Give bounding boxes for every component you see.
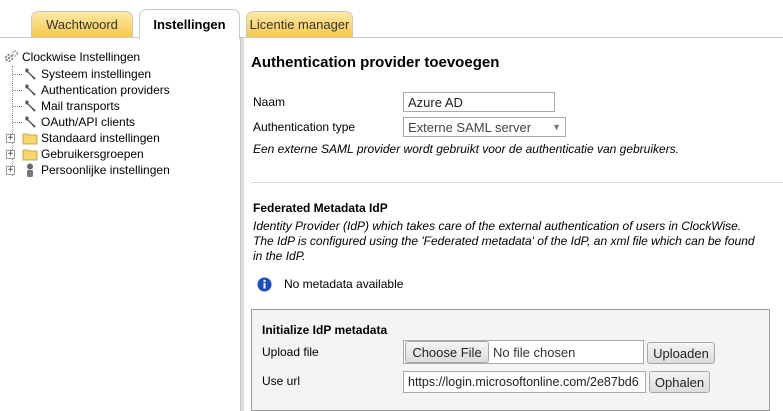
name-label: Naam [253,95,286,109]
tree-item-label: Persoonlijke instellingen [41,163,170,177]
authentication-type-select[interactable]: Externe SAML server ▼ [403,117,566,137]
expand-persoonlijke-instellingen[interactable]: + [6,166,15,175]
tree-item-authentication-providers[interactable]: Authentication providers [22,82,170,98]
expand-standaard-instellingen[interactable]: + [6,134,15,143]
upload-file-label: Upload file [262,345,319,359]
name-input[interactable] [403,92,555,112]
section-description-line-3: in the IdP. [253,249,306,263]
tree-item-label: Mail transports [41,99,120,113]
use-url-label: Use url [262,374,301,388]
wrench-icon [22,114,38,130]
main-panel: Authentication provider toevoegen Naam A… [244,38,783,411]
tree-item-mail-transports[interactable]: Mail transports [22,98,120,114]
tree-item-label: Systeem instellingen [41,67,152,81]
section-divider [251,182,783,183]
wrench-icon [22,66,38,82]
tree-item-label: Gebruikersgroepen [41,147,144,161]
choose-file-button[interactable]: Choose File [405,341,489,363]
file-input[interactable]: Choose File No file chosen [403,340,644,364]
tree-item-persoonlijke-instellingen[interactable]: Persoonlijke instellingen [22,162,170,178]
tab-bar: Wachtwoord Instellingen Licentie manager [0,0,783,39]
tree-root-label: Clockwise Instellingen [22,50,141,64]
folder-icon [22,146,38,162]
tree-item-systeem-instellingen[interactable]: Systeem instellingen [22,66,151,82]
page-title: Authentication provider toevoegen [251,54,500,71]
chevron-down-icon: ▼ [552,122,561,132]
tree-connector [12,66,13,176]
settings-tree: Clockwise Instellingen Systeem instellin… [0,38,240,411]
tree-item-label: OAuth/API clients [41,115,136,129]
select-value: Externe SAML server [408,119,532,135]
gears-icon [3,49,19,65]
tree-connector [13,122,22,123]
tree-item-label: Authentication providers [41,83,170,97]
tree-item-standaard-instellingen[interactable]: Standaard instellingen [22,130,160,146]
tab-wachtwoord[interactable]: Wachtwoord [31,11,133,37]
tree-connector [13,106,22,107]
tree-connector [13,74,22,75]
type-help-text: Een externe SAML provider wordt gebruikt… [253,142,680,156]
tab-licentie-manager[interactable]: Licentie manager [246,11,353,37]
section-title: Federated Metadata IdP [253,201,388,215]
url-input[interactable] [403,371,646,393]
info-icon [257,277,272,292]
type-label: Authentication type [253,120,356,134]
person-icon [22,162,38,178]
no-file-chosen-text: No file chosen [493,345,576,360]
tree-root-clockwise-instellingen[interactable]: Clockwise Instellingen [3,49,140,65]
wrench-icon [22,98,38,114]
tree-item-label: Standaard instellingen [41,131,160,145]
folder-icon [22,130,38,146]
section-description-line-2: The IdP is configured using the 'Federat… [253,234,755,248]
expand-gebruikersgroepen[interactable]: + [6,150,15,159]
tree-item-gebruikersgroepen[interactable]: Gebruikersgroepen [22,146,144,162]
tree-item-oauth-api-clients[interactable]: OAuth/API clients [22,114,135,130]
tab-instellingen[interactable]: Instellingen [139,9,240,39]
section-description-line-1: Identity Provider (IdP) which takes care… [253,219,742,233]
box-title: Initialize IdP metadata [262,323,388,337]
fetch-button[interactable]: Ophalen [649,371,710,393]
wrench-icon [22,82,38,98]
tree-connector [13,90,22,91]
upload-button[interactable]: Uploaden [647,342,715,364]
info-text: No metadata available [284,277,404,291]
